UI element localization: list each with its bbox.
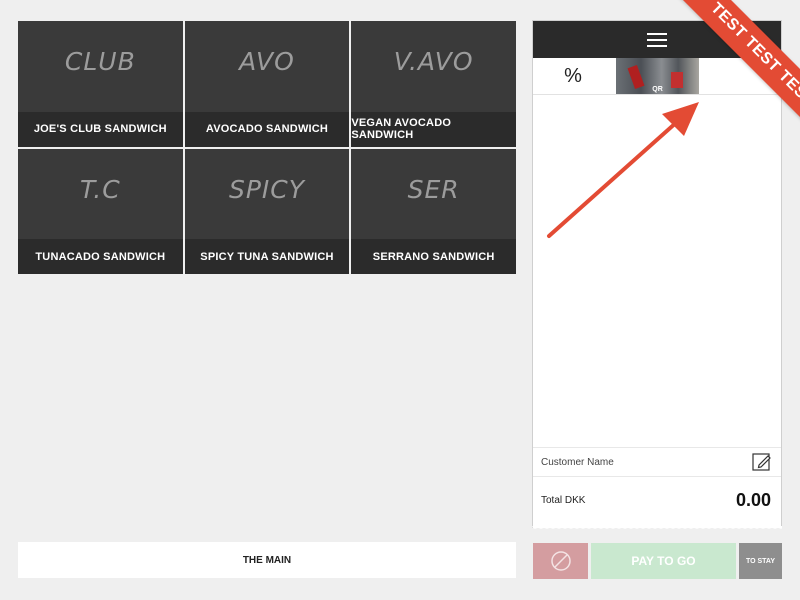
product-name: TUNACADO SANDWICH [18,239,183,274]
qr-label: QR [652,86,663,93]
product-name: JOE'S CLUB SANDWICH [18,111,183,147]
product-name: SERRANO SANDWICH [351,239,516,274]
order-panel-header [533,21,781,58]
edit-icon[interactable] [751,451,773,473]
order-toolbar: % QR [533,58,781,95]
product-code: V.AVO [393,47,474,76]
cancel-icon [550,551,571,571]
product-code: AVO [239,47,295,76]
product-tile-spicy-tuna[interactable]: SPICY SPICY TUNA SANDWICH [184,148,350,274]
to-stay-button[interactable]: TO STAY [739,543,782,579]
product-name: SPICY TUNA SANDWICH [184,239,350,274]
product-grid: CLUB JOE'S CLUB SANDWICH AVO AVOCADO SAN… [18,21,516,274]
product-name: AVOCADO SANDWICH [184,111,350,147]
product-code: CLUB [64,47,136,76]
product-tile-club[interactable]: CLUB JOE'S CLUB SANDWICH [18,21,183,147]
product-name: VEGAN AVOCADO SANDWICH [351,111,516,147]
cancel-order-button[interactable] [533,543,588,579]
product-code: T.C [79,174,121,204]
product-tile-tunacado[interactable]: T.C TUNACADO SANDWICH [18,148,183,274]
customer-name-row: Customer Name [533,447,781,477]
total-amount: 0.00 [735,489,771,510]
qr-thumbnail[interactable]: QR [616,58,699,94]
product-tile-avocado[interactable]: AVO AVOCADO SANDWICH [184,21,350,147]
customer-name-label[interactable]: Customer Name [541,457,614,468]
pay-to-go-button[interactable]: PAY TO GO [591,543,736,579]
total-row: Total DKK 0.00 [533,483,781,517]
receipt-edge [532,526,782,532]
hamburger-icon[interactable] [647,32,667,47]
discount-button[interactable]: % [553,58,593,95]
product-code: SER [407,174,460,204]
product-tile-serrano[interactable]: SER SERRANO SANDWICH [351,148,516,274]
product-tile-vegan-avocado[interactable]: V.AVO VEGAN AVOCADO SANDWICH [351,21,516,147]
total-label: Total DKK [541,494,586,506]
order-panel: % QR Customer Name Total DKK 0.00 [532,20,782,528]
product-code: SPICY [228,174,306,204]
category-button-the-main[interactable]: THE MAIN [18,542,516,578]
